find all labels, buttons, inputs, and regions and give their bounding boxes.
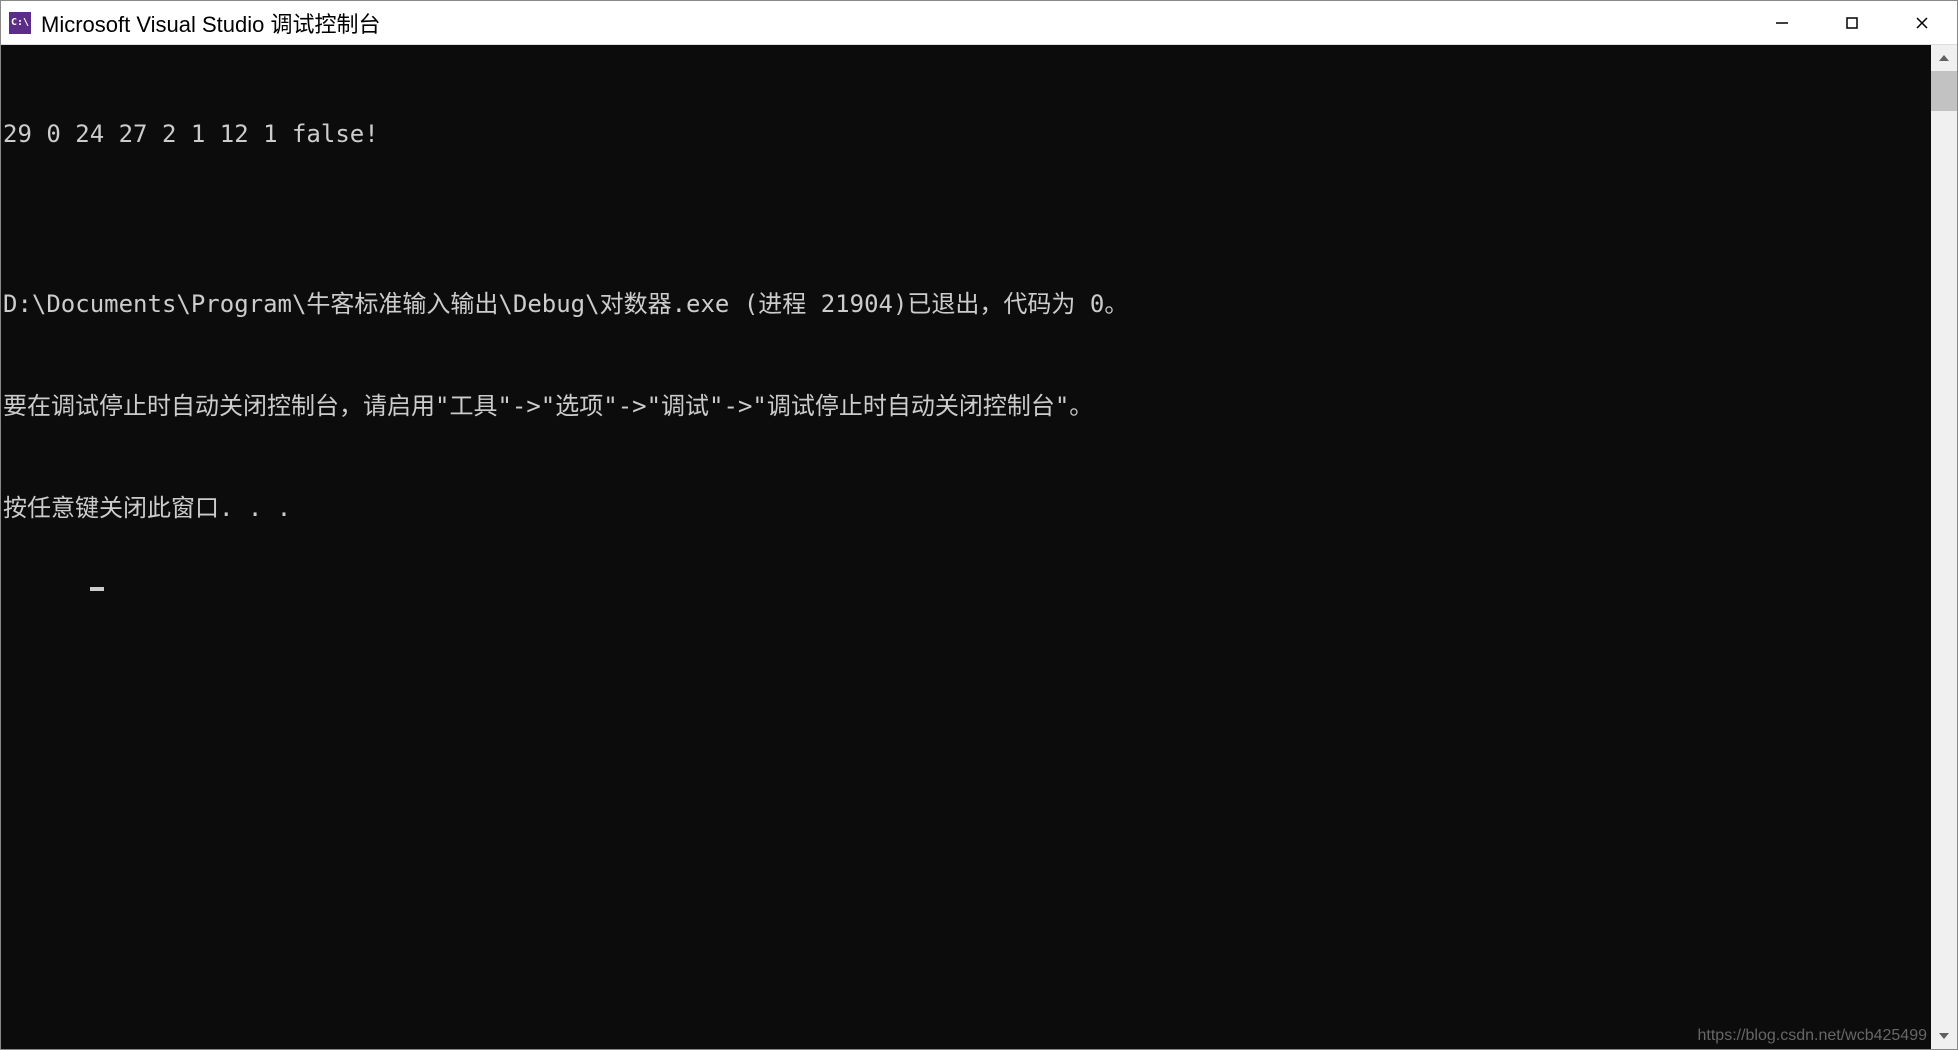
app-icon: C:\ (9, 12, 31, 34)
scroll-thumb[interactable] (1931, 71, 1957, 111)
scroll-track[interactable] (1931, 71, 1957, 1023)
vertical-scrollbar[interactable] (1931, 45, 1957, 1049)
console-line: 要在调试停止时自动关闭控制台，请启用"工具"->"选项"->"调试"->"调试停… (3, 389, 1931, 423)
maximize-button[interactable] (1817, 1, 1887, 44)
window-title: Microsoft Visual Studio 调试控制台 (41, 7, 1747, 39)
close-icon (1914, 15, 1930, 31)
console-line: 29 0 24 27 2 1 12 1 false! (3, 117, 1931, 151)
scroll-down-button[interactable] (1931, 1023, 1957, 1049)
chevron-down-icon (1939, 1033, 1949, 1039)
scroll-up-button[interactable] (1931, 45, 1957, 71)
maximize-icon (1844, 15, 1860, 31)
minimize-icon (1774, 15, 1790, 31)
watermark-text: https://blog.csdn.net/wcb425499 (1698, 1027, 1928, 1045)
console-window: C:\ Microsoft Visual Studio 调试控制台 29 0 2… (0, 0, 1958, 1050)
app-icon-text: C:\ (11, 17, 29, 28)
titlebar[interactable]: C:\ Microsoft Visual Studio 调试控制台 (1, 1, 1957, 45)
console-output[interactable]: 29 0 24 27 2 1 12 1 false! D:\Documents\… (1, 45, 1931, 1049)
chevron-up-icon (1939, 55, 1949, 61)
console-line: 按任意键关闭此窗口. . . (3, 491, 1931, 525)
text-cursor (90, 587, 104, 591)
content-area: 29 0 24 27 2 1 12 1 false! D:\Documents\… (1, 45, 1957, 1049)
minimize-button[interactable] (1747, 1, 1817, 44)
close-button[interactable] (1887, 1, 1957, 44)
console-line: D:\Documents\Program\牛客标准输入输出\Debug\对数器.… (3, 287, 1931, 321)
window-controls (1747, 1, 1957, 44)
